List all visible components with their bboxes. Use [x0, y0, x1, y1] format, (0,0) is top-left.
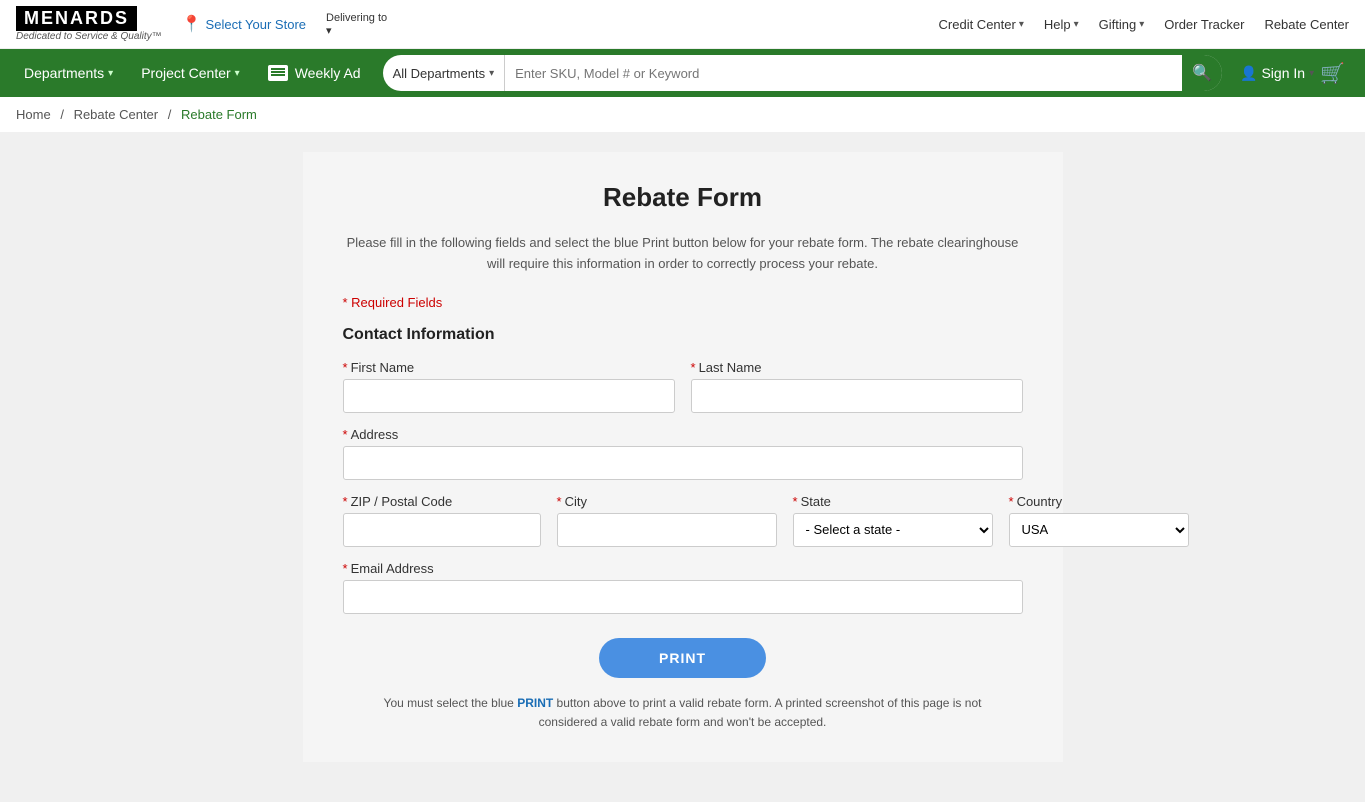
departments-label: Departments: [24, 65, 104, 81]
print-highlight: PRINT: [517, 696, 553, 710]
order-tracker-link[interactable]: Order Tracker: [1164, 17, 1244, 32]
breadcrumb-home[interactable]: Home: [16, 107, 51, 122]
required-asterisk: *: [793, 494, 798, 509]
breadcrumb-rebate-center[interactable]: Rebate Center: [74, 107, 159, 122]
top-bar-left: MENARDS Dedicated to Service & Quality™ …: [16, 6, 387, 42]
location-row: *ZIP / Postal Code *City *State - Select…: [343, 494, 1023, 547]
chevron-icon: ▾: [235, 68, 240, 79]
search-button[interactable]: 🔍: [1182, 55, 1222, 91]
state-field: *State - Select a state -: [793, 494, 993, 547]
logo-subtitle: Dedicated to Service & Quality™: [16, 31, 162, 42]
chevron-icon: ▾: [1139, 19, 1144, 30]
name-row: *First Name *Last Name: [343, 360, 1023, 413]
credit-center-link[interactable]: Credit Center ▾: [939, 17, 1024, 32]
search-input[interactable]: [505, 66, 1182, 81]
form-title: Rebate Form: [343, 182, 1023, 213]
zip-label: *ZIP / Postal Code: [343, 494, 541, 509]
city-field: *City: [557, 494, 777, 547]
last-name-field: *Last Name: [691, 360, 1023, 413]
weekly-ad-icon: [268, 65, 288, 81]
country-field: *Country USA: [1009, 494, 1189, 547]
email-field: *Email Address: [343, 561, 1023, 614]
departments-nav[interactable]: Departments ▾: [10, 49, 127, 97]
weekly-ad-nav[interactable]: Weekly Ad: [254, 49, 375, 97]
last-name-label: *Last Name: [691, 360, 1023, 375]
first-name-field: *First Name: [343, 360, 675, 413]
cart-icon[interactable]: 🛒: [1320, 61, 1345, 86]
address-input[interactable]: [343, 446, 1023, 480]
delivering-label: Delivering to: [326, 12, 387, 24]
project-center-label: Project Center: [141, 65, 230, 81]
sign-in-label: Sign In: [1261, 65, 1305, 81]
required-asterisk: *: [343, 561, 348, 576]
main-nav: Departments ▾ Project Center ▾ Weekly Ad…: [0, 49, 1365, 97]
store-selector-label: Select Your Store: [206, 17, 306, 32]
section-title: Contact Information: [343, 326, 1023, 344]
help-link[interactable]: Help ▾: [1044, 17, 1079, 32]
breadcrumb-sep: /: [60, 107, 64, 122]
gifting-link[interactable]: Gifting ▾: [1099, 17, 1145, 32]
country-select[interactable]: USA: [1009, 513, 1189, 547]
print-note-text-1: You must select the blue PRINT button ab…: [384, 696, 982, 729]
project-center-nav[interactable]: Project Center ▾: [127, 49, 254, 97]
weekly-ad-label: Weekly Ad: [295, 65, 361, 81]
city-label: *City: [557, 494, 777, 509]
delivering-to: Delivering to ▾: [326, 12, 387, 37]
user-icon: 👤: [1240, 65, 1257, 82]
required-asterisk: *: [343, 427, 348, 442]
chevron-icon: ▾: [1309, 68, 1314, 79]
main-content: Rebate Form Please fill in the following…: [0, 132, 1365, 802]
email-input[interactable]: [343, 580, 1023, 614]
search-dept-label: All Departments: [393, 66, 485, 81]
print-button[interactable]: PRINT: [599, 638, 766, 678]
store-selector[interactable]: 📍 Select Your Store: [182, 14, 306, 34]
first-name-input[interactable]: [343, 379, 675, 413]
required-asterisk: *: [557, 494, 562, 509]
required-note: * Required Fields: [343, 295, 1023, 310]
zip-field: *ZIP / Postal Code: [343, 494, 541, 547]
address-field: *Address: [343, 427, 1023, 480]
chevron-icon: ▾: [108, 68, 113, 79]
last-name-input[interactable]: [691, 379, 1023, 413]
logo-area: MENARDS Dedicated to Service & Quality™: [16, 6, 162, 42]
country-label: *Country: [1009, 494, 1189, 509]
logo: MENARDS: [16, 6, 137, 31]
search-icon: 🔍: [1192, 63, 1212, 83]
required-asterisk: *: [343, 494, 348, 509]
required-asterisk: *: [343, 360, 348, 375]
chevron-icon: ▾: [1019, 19, 1024, 30]
form-description: Please fill in the following fields and …: [343, 233, 1023, 275]
email-label: *Email Address: [343, 561, 1023, 576]
required-asterisk: *: [1009, 494, 1014, 509]
address-row: *Address: [343, 427, 1023, 480]
nav-right: 👤 Sign In ▾ 🛒: [1230, 61, 1355, 86]
chevron-icon: ▾: [1074, 19, 1079, 30]
top-bar-right: Credit Center ▾ Help ▾ Gifting ▾ Order T…: [939, 17, 1349, 32]
address-label: *Address: [343, 427, 1023, 442]
breadcrumb-sep: /: [168, 107, 172, 122]
email-row: *Email Address: [343, 561, 1023, 614]
search-department-selector[interactable]: All Departments ▾: [383, 55, 506, 91]
state-label: *State: [793, 494, 993, 509]
top-bar: MENARDS Dedicated to Service & Quality™ …: [0, 0, 1365, 49]
search-bar: All Departments ▾ 🔍: [383, 55, 1222, 91]
print-note: You must select the blue PRINT button ab…: [343, 694, 1023, 732]
chevron-icon: ▾: [489, 68, 494, 79]
first-name-label: *First Name: [343, 360, 675, 375]
delivering-chevron: ▾: [326, 24, 387, 37]
breadcrumb-current: Rebate Form: [181, 107, 257, 122]
city-input[interactable]: [557, 513, 777, 547]
breadcrumb: Home / Rebate Center / Rebate Form: [0, 97, 1365, 132]
state-select[interactable]: - Select a state -: [793, 513, 993, 547]
sign-in-button[interactable]: 👤 Sign In ▾: [1240, 65, 1314, 82]
zip-input[interactable]: [343, 513, 541, 547]
required-asterisk: *: [691, 360, 696, 375]
rebate-center-link[interactable]: Rebate Center: [1264, 17, 1349, 32]
pin-icon: 📍: [182, 14, 202, 34]
rebate-form-container: Rebate Form Please fill in the following…: [303, 152, 1063, 762]
